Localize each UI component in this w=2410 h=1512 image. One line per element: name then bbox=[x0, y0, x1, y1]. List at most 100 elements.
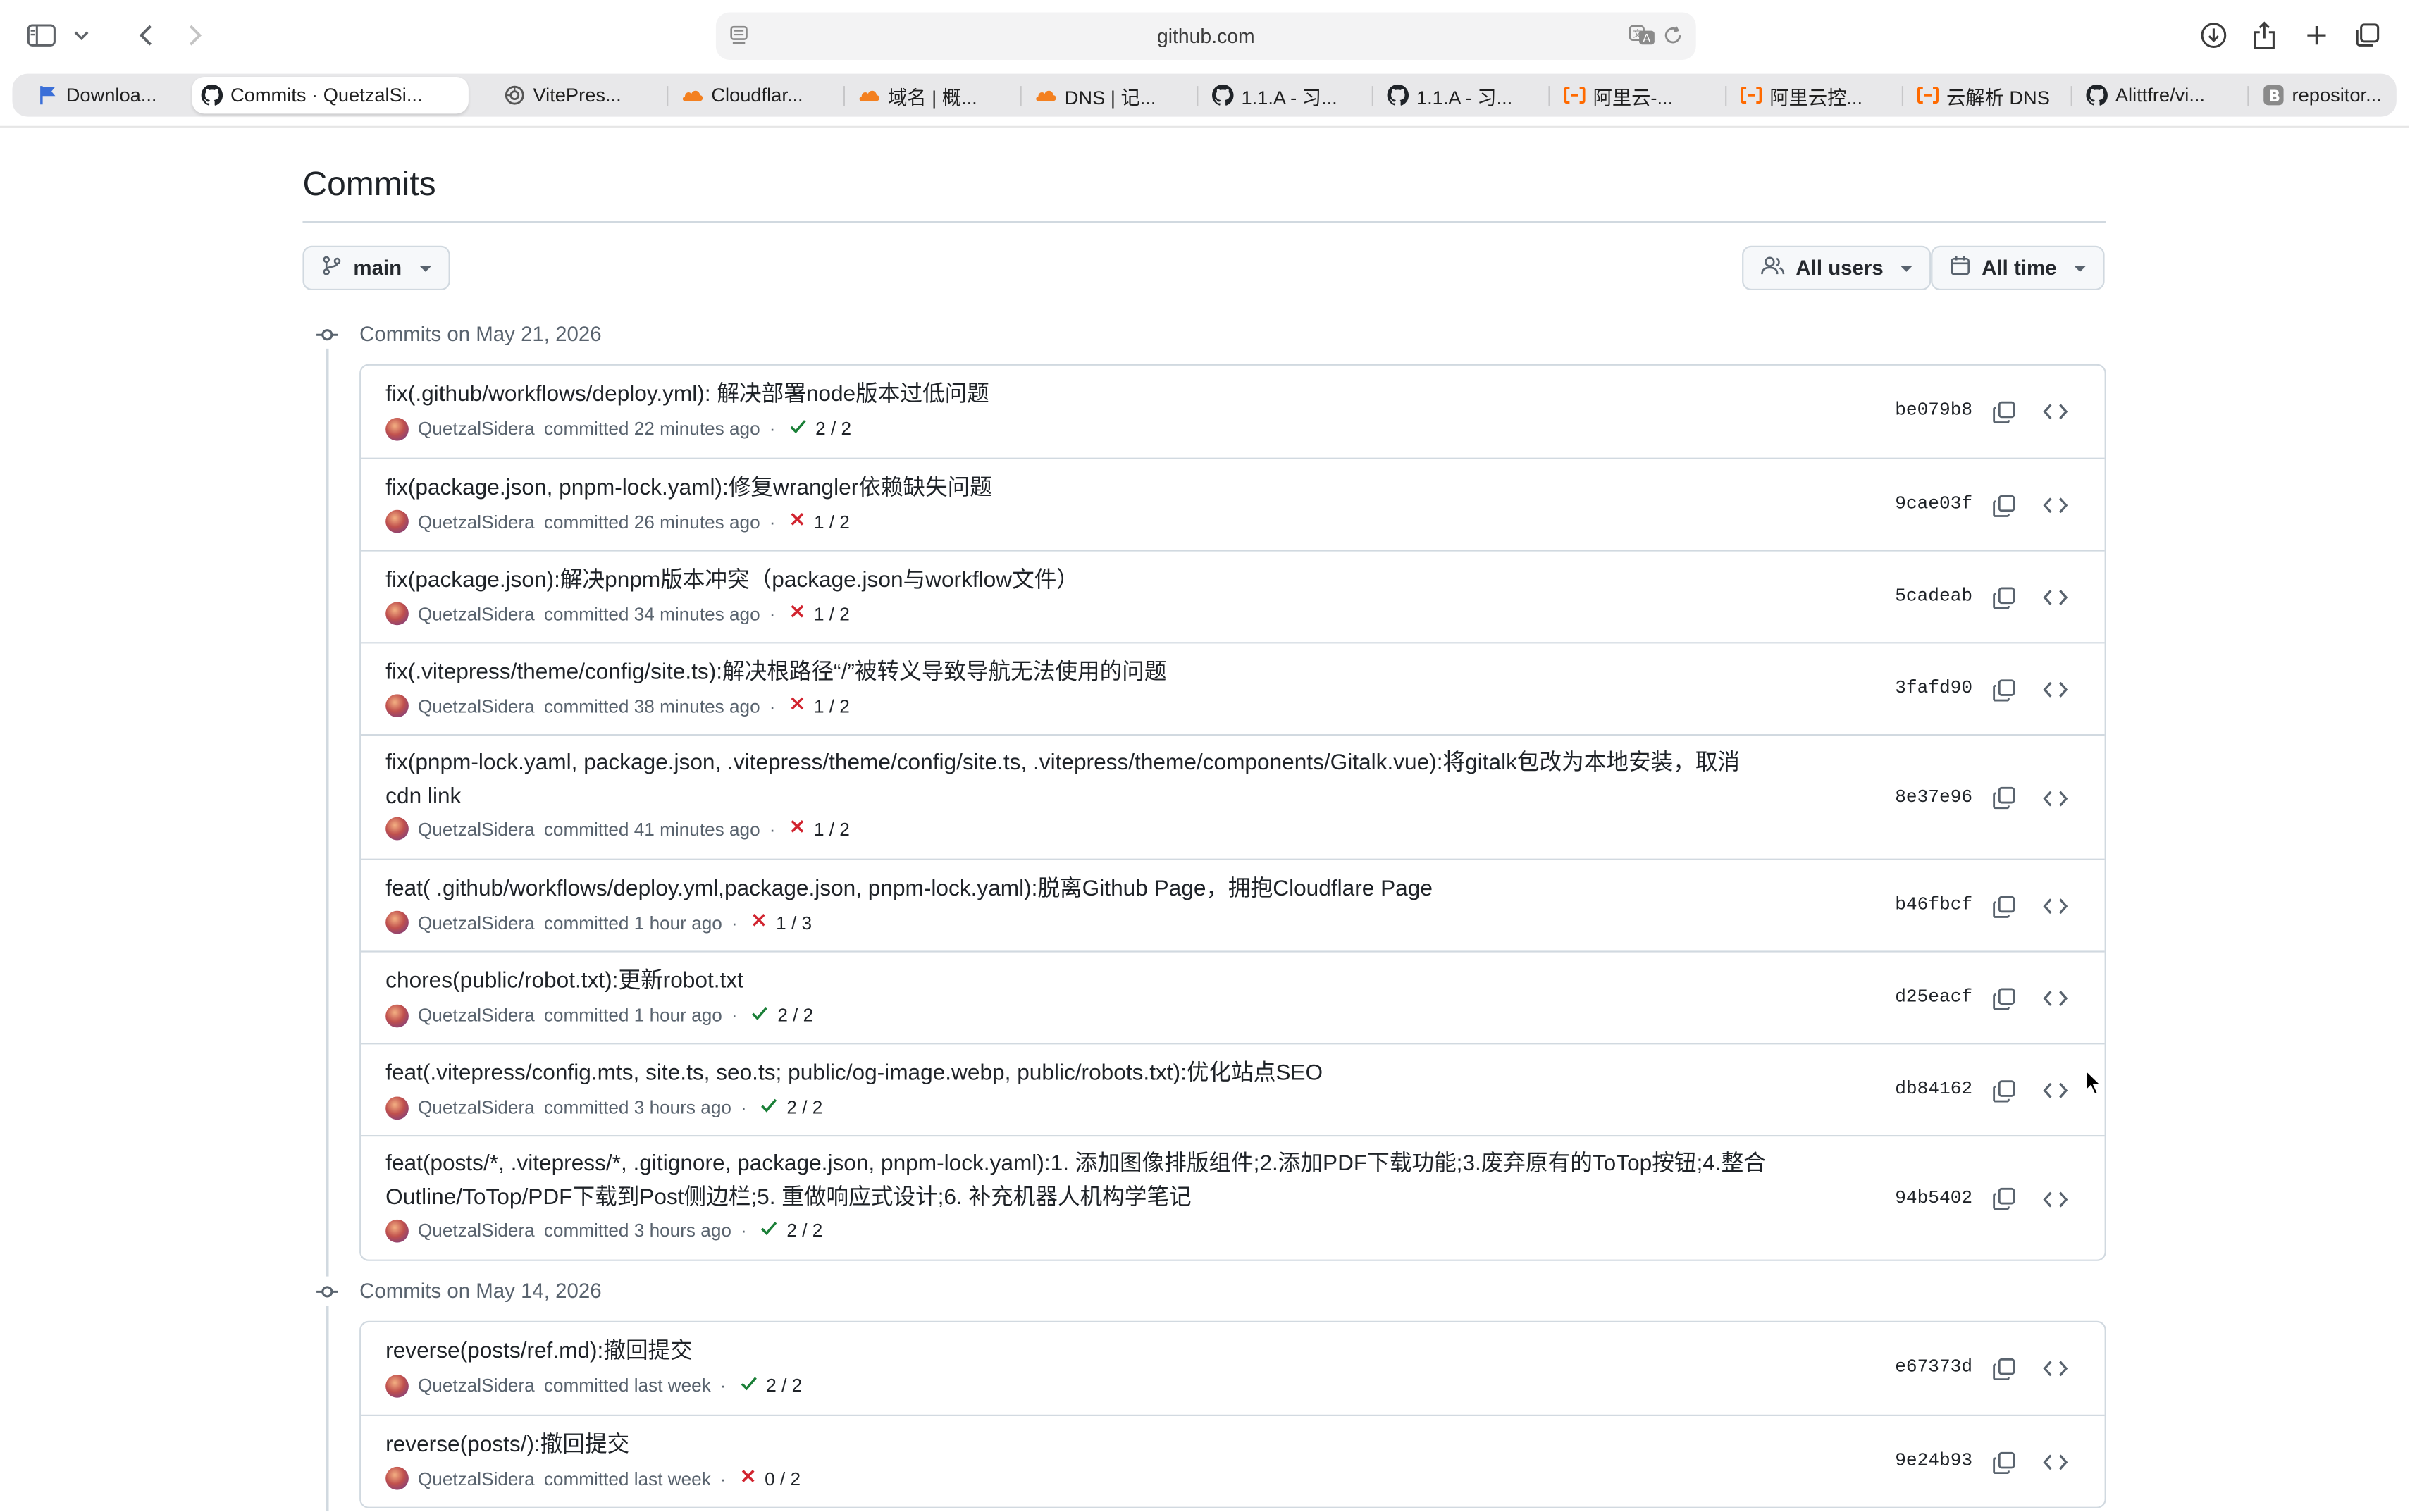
copy-icon[interactable] bbox=[1988, 783, 2019, 814]
copy-icon[interactable] bbox=[1988, 582, 2019, 613]
commit-author-link[interactable]: QuetzalSidera bbox=[418, 1220, 535, 1241]
commit-message-link[interactable]: feat(.vitepress/config.mts, site.ts, seo… bbox=[385, 1057, 1767, 1091]
commit-message-link[interactable]: feat( .github/workflows/deploy.yml,packa… bbox=[385, 872, 1767, 906]
browser-tab[interactable]: Brepositor... bbox=[2254, 77, 2407, 113]
back-icon[interactable] bbox=[132, 17, 159, 54]
commit-author-link[interactable]: QuetzalSidera bbox=[418, 603, 535, 625]
checks-status-button[interactable]: 2 / 2 bbox=[788, 416, 851, 441]
commit-sha-link[interactable]: 8e37e96 bbox=[1895, 786, 1972, 807]
checks-status-button[interactable]: 2 / 2 bbox=[759, 1095, 822, 1120]
browse-code-icon[interactable] bbox=[2040, 1447, 2071, 1478]
checks-status-button[interactable]: 2 / 2 bbox=[750, 1003, 813, 1028]
avatar[interactable] bbox=[385, 817, 409, 841]
commit-author-link[interactable]: QuetzalSidera bbox=[418, 1375, 535, 1396]
browse-code-icon[interactable] bbox=[2040, 891, 2071, 922]
share-icon[interactable] bbox=[2247, 17, 2281, 54]
copy-icon[interactable] bbox=[1988, 396, 2019, 427]
commit-message-link[interactable]: reverse(posts/ref.md):撤回提交 bbox=[385, 1334, 1767, 1368]
browser-tab[interactable]: Downloa... bbox=[27, 77, 184, 113]
users-filter-button[interactable]: All users bbox=[1742, 245, 1932, 291]
commit-author-link[interactable]: QuetzalSidera bbox=[418, 1005, 535, 1027]
copy-icon[interactable] bbox=[1988, 1075, 2019, 1106]
tab-overview-icon[interactable] bbox=[2350, 17, 2384, 54]
avatar[interactable] bbox=[385, 1466, 409, 1490]
avatar[interactable] bbox=[385, 509, 409, 533]
commit-author-link[interactable]: QuetzalSidera bbox=[418, 912, 535, 934]
browse-code-icon[interactable] bbox=[2040, 674, 2071, 705]
commit-message-link[interactable]: reverse(posts/):撤回提交 bbox=[385, 1428, 1767, 1462]
commit-sha-link[interactable]: 5cadeab bbox=[1895, 585, 1972, 607]
checks-status-button[interactable]: 1 / 3 bbox=[750, 911, 812, 934]
browser-tab[interactable]: 云解析 DNS bbox=[1908, 77, 2062, 113]
sidebar-toggle-icon[interactable] bbox=[25, 17, 58, 54]
branch-selector-button[interactable]: main bbox=[302, 245, 450, 291]
copy-icon[interactable] bbox=[1988, 1184, 2019, 1215]
translate-icon[interactable]: 文A bbox=[1629, 25, 1656, 54]
browser-tab[interactable]: Alittfre/vi... bbox=[2077, 77, 2249, 113]
commit-sha-link[interactable]: db84162 bbox=[1895, 1078, 1972, 1100]
commit-message-link[interactable]: fix(.github/workflows/deploy.yml): 解决部署n… bbox=[385, 378, 1767, 411]
commit-message-link[interactable]: feat(posts/*, .vitepress/*, .gitignore, … bbox=[385, 1147, 1767, 1215]
commit-sha-link[interactable]: 3fafd90 bbox=[1895, 677, 1972, 699]
avatar[interactable] bbox=[385, 1096, 409, 1120]
avatar[interactable] bbox=[385, 1003, 409, 1027]
commit-message-link[interactable]: chores(public/robot.txt):更新robot.txt bbox=[385, 965, 1767, 998]
browse-code-icon[interactable] bbox=[2040, 783, 2071, 814]
checks-status-button[interactable]: 2 / 2 bbox=[759, 1218, 822, 1243]
chevron-down-icon[interactable] bbox=[69, 17, 94, 54]
time-filter-button[interactable]: All time bbox=[1931, 245, 2105, 291]
browse-code-icon[interactable] bbox=[2040, 396, 2071, 427]
forward-icon[interactable] bbox=[181, 17, 209, 54]
browser-tab[interactable]: 1.1.A - 习... bbox=[1378, 77, 1531, 113]
browse-code-icon[interactable] bbox=[2040, 1353, 2071, 1384]
commit-author-link[interactable]: QuetzalSidera bbox=[418, 511, 535, 533]
avatar[interactable] bbox=[385, 1218, 409, 1242]
commit-author-link[interactable]: QuetzalSidera bbox=[418, 695, 535, 717]
commit-sha-link[interactable]: e67373d bbox=[1895, 1356, 1972, 1378]
new-tab-icon[interactable] bbox=[2299, 17, 2333, 54]
commit-message-link[interactable]: fix(package.json):解决pnpm版本冲突（package.jso… bbox=[385, 564, 1767, 597]
browse-code-icon[interactable] bbox=[2040, 490, 2071, 521]
copy-icon[interactable] bbox=[1988, 983, 2019, 1014]
browser-tab[interactable]: Cloudflar... bbox=[673, 77, 827, 113]
browse-code-icon[interactable] bbox=[2040, 1075, 2071, 1106]
address-bar[interactable]: github.com 文A bbox=[715, 12, 1696, 61]
commit-sha-link[interactable]: 9e24b93 bbox=[1895, 1450, 1972, 1472]
downloads-icon[interactable] bbox=[2196, 17, 2230, 54]
avatar[interactable] bbox=[385, 416, 409, 440]
commit-author-link[interactable]: QuetzalSidera bbox=[418, 1468, 535, 1489]
commit-sha-link[interactable]: b46fbcf bbox=[1895, 894, 1972, 916]
browser-tab[interactable]: VitePres... bbox=[495, 77, 648, 113]
commit-author-link[interactable]: QuetzalSidera bbox=[418, 1097, 535, 1119]
browse-code-icon[interactable] bbox=[2040, 983, 2071, 1014]
avatar[interactable] bbox=[385, 694, 409, 718]
browse-code-icon[interactable] bbox=[2040, 1184, 2071, 1215]
browser-tab[interactable]: Commits · QuetzalSi... bbox=[192, 77, 469, 114]
avatar[interactable] bbox=[385, 602, 409, 626]
commit-message-link[interactable]: fix(.vitepress/theme/config/site.ts):解决根… bbox=[385, 656, 1767, 690]
copy-icon[interactable] bbox=[1988, 490, 2019, 521]
copy-icon[interactable] bbox=[1988, 1353, 2019, 1384]
checks-status-button[interactable]: 2 / 2 bbox=[739, 1373, 802, 1398]
commit-author-link[interactable]: QuetzalSidera bbox=[418, 818, 535, 840]
reload-icon[interactable] bbox=[1662, 25, 1684, 54]
checks-status-button[interactable]: 1 / 2 bbox=[788, 510, 850, 533]
checks-status-button[interactable]: 1 / 2 bbox=[788, 817, 850, 841]
commit-sha-link[interactable]: 9cae03f bbox=[1895, 493, 1972, 515]
browser-tab[interactable]: DNS | 记... bbox=[1026, 77, 1180, 113]
browse-code-icon[interactable] bbox=[2040, 582, 2071, 613]
commit-sha-link[interactable]: d25eacf bbox=[1895, 986, 1972, 1008]
avatar[interactable] bbox=[385, 1374, 409, 1397]
commit-author-link[interactable]: QuetzalSidera bbox=[418, 418, 535, 440]
browser-tab[interactable]: 阿里云控... bbox=[1731, 77, 1885, 113]
commit-message-link[interactable]: fix(pnpm-lock.yaml, package.json, .vitep… bbox=[385, 746, 1767, 814]
avatar[interactable] bbox=[385, 910, 409, 934]
checks-status-button[interactable]: 1 / 2 bbox=[788, 694, 850, 717]
commit-sha-link[interactable]: 94b5402 bbox=[1895, 1186, 1972, 1208]
browser-tab[interactable]: 阿里云-... bbox=[1555, 77, 1708, 113]
browser-tab[interactable]: 1.1.A - 习... bbox=[1203, 77, 1357, 113]
commit-message-link[interactable]: fix(package.json, pnpm-lock.yaml):修复wran… bbox=[385, 471, 1767, 505]
checks-status-button[interactable]: 0 / 2 bbox=[739, 1467, 801, 1490]
copy-icon[interactable] bbox=[1988, 1447, 2019, 1478]
browser-tab[interactable]: 域名 | 概... bbox=[850, 77, 1003, 113]
